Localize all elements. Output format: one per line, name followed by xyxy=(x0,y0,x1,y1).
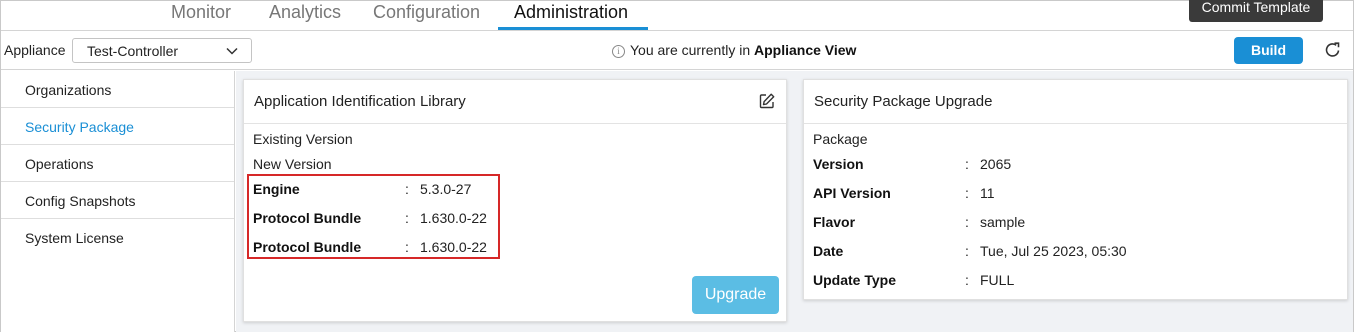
sidebar-item-organizations[interactable]: Organizations xyxy=(1,71,234,108)
package-label: Package xyxy=(813,131,868,147)
sidebar-item-label: Security Package xyxy=(25,119,134,135)
sidebar-item-label: Config Snapshots xyxy=(25,193,136,209)
appliance-bar: Appliance Test-Controller i You are curre… xyxy=(1,31,1353,70)
upgrade-button[interactable]: Upgrade xyxy=(692,276,779,314)
tab-analytics[interactable]: Analytics xyxy=(269,0,341,29)
api-version-label: API Version xyxy=(813,185,891,201)
highlight-annotation-box xyxy=(247,174,500,259)
card-title: Security Package Upgrade xyxy=(814,93,993,110)
version-value: 2065 xyxy=(980,156,1012,172)
active-tab-indicator xyxy=(498,27,648,30)
sidebar-item-system-license[interactable]: System License xyxy=(1,219,234,256)
sidebar-item-label: System License xyxy=(25,230,124,246)
view-info-prefix: You are currently in xyxy=(630,42,751,58)
date-value: Tue, Jul 25 2023, 05:30 xyxy=(980,243,1127,259)
top-navigation: Monitor Analytics Configuration Administ… xyxy=(1,0,1353,31)
appliance-label: Appliance xyxy=(4,42,66,58)
date-colon: : xyxy=(965,243,969,259)
tab-configuration[interactable]: Configuration xyxy=(373,0,480,29)
sidebar-item-label: Operations xyxy=(25,156,94,172)
edit-icon[interactable] xyxy=(758,92,776,110)
flavor-colon: : xyxy=(965,214,969,230)
version-label: Version xyxy=(813,156,864,172)
sidebar-item-operations[interactable]: Operations xyxy=(1,145,234,182)
new-version-label: New Version xyxy=(253,156,332,172)
update-type-label: Update Type xyxy=(813,272,896,288)
update-type-value: FULL xyxy=(980,272,1015,288)
flavor-value: sample xyxy=(980,214,1026,230)
refresh-icon[interactable] xyxy=(1323,40,1343,60)
commit-template-button[interactable]: Commit Template xyxy=(1189,0,1323,22)
appliance-select[interactable]: Test-Controller xyxy=(72,38,252,63)
view-info: i You are currently in Appliance View xyxy=(612,42,856,58)
build-button[interactable]: Build xyxy=(1234,37,1303,64)
sidebar-item-label: Organizations xyxy=(25,82,112,98)
view-info-name: Appliance View xyxy=(754,42,857,58)
tab-administration[interactable]: Administration xyxy=(514,0,628,29)
version-colon: : xyxy=(965,156,969,172)
card-title: Application Identification Library xyxy=(254,93,466,110)
date-label: Date xyxy=(813,243,844,259)
appliance-select-value: Test-Controller xyxy=(87,43,179,59)
tab-monitor[interactable]: Monitor xyxy=(171,0,231,29)
existing-version-label: Existing Version xyxy=(253,131,353,147)
info-icon: i xyxy=(612,45,625,58)
flavor-label: Flavor xyxy=(813,214,856,230)
app-frame: Monitor Analytics Configuration Administ… xyxy=(0,0,1354,332)
sidebar-item-config-snapshots[interactable]: Config Snapshots xyxy=(1,182,234,219)
chevron-down-icon xyxy=(226,47,238,55)
sidebar: Organizations Security Package Operation… xyxy=(1,71,235,332)
card-header: Security Package Upgrade xyxy=(804,80,1347,124)
api-version-value: 11 xyxy=(980,185,995,201)
api-version-colon: : xyxy=(965,185,969,201)
update-type-colon: : xyxy=(965,272,969,288)
sidebar-item-security-package[interactable]: Security Package xyxy=(1,108,234,145)
card-header: Application Identification Library xyxy=(244,80,786,124)
